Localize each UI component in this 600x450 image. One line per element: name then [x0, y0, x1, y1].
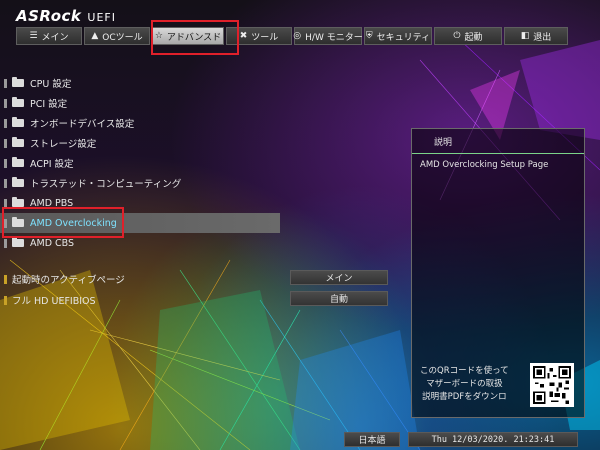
active-page-on-boot-label: 起動時のアクティブページ	[4, 272, 125, 286]
item-marker	[4, 118, 7, 128]
folder-icon	[12, 237, 24, 247]
menu-item-pci-settings[interactable]: PCI 設定	[0, 93, 280, 113]
language-select[interactable]: 日本語	[344, 432, 400, 447]
tab-label: OCツール	[102, 32, 143, 43]
full-hd-uefi-select[interactable]: 自動	[290, 291, 388, 306]
description-text: AMD Overclocking Setup Page	[420, 160, 549, 170]
flame-icon: ▲	[91, 31, 99, 41]
folder-icon	[12, 157, 24, 167]
logo-text: ASRock	[16, 7, 82, 25]
menu-item-label: AMD CBS	[30, 237, 75, 249]
menu-item-trusted-computing[interactable]: トラステッド・コンピューティング	[0, 173, 280, 193]
description-title: 説明	[412, 129, 584, 154]
shield-icon: ⛨	[365, 31, 373, 41]
option-label-text: 起動時のアクティブページ	[12, 275, 125, 286]
menu-item-label: PCI 設定	[30, 99, 68, 110]
folder-icon	[12, 77, 24, 87]
asrock-logo: ASRock UEFI	[16, 7, 116, 25]
uefi-label: UEFI	[87, 11, 116, 24]
option-marker	[4, 295, 7, 305]
qr-code-icon	[530, 363, 574, 407]
folder-icon	[12, 197, 24, 207]
tab-hw-monitor[interactable]: ◎ H/W モニター	[293, 27, 363, 45]
qr-caption-line: 説明書PDFをダウンロ	[422, 392, 507, 402]
highlight-box-advanced-tab	[151, 20, 239, 55]
tools-icon: ✖	[239, 31, 248, 41]
item-marker	[4, 98, 7, 108]
list-icon: ☰	[29, 31, 38, 41]
active-page-on-boot-select[interactable]: メイン	[290, 270, 388, 285]
description-panel: 説明 AMD Overclocking Setup Page このQRコードを使…	[411, 128, 585, 418]
folder-icon	[12, 97, 24, 107]
menu-item-label: オンボードデバイス設定	[30, 119, 135, 130]
power-icon: ⏻	[453, 31, 461, 41]
exit-icon: ◧	[520, 31, 530, 41]
item-marker	[4, 178, 7, 188]
status-bar: 日本語 Thu 12/03/2020. 21:23:41	[0, 430, 600, 450]
tab-label: 起動	[464, 32, 483, 43]
tab-label: H/W モニター	[305, 32, 363, 43]
folder-icon	[12, 137, 24, 147]
tab-oc-tools[interactable]: ▲ OCツール	[84, 27, 150, 45]
menu-item-label: ストレージ設定	[30, 139, 97, 150]
menu-item-label: ACPI 設定	[30, 159, 74, 170]
item-marker	[4, 78, 7, 88]
menu-item-cpu-settings[interactable]: CPU 設定	[0, 73, 280, 93]
tab-security[interactable]: ⛨ セキュリティ	[364, 27, 432, 45]
item-marker	[4, 158, 7, 168]
tab-main[interactable]: ☰ メイン	[16, 27, 82, 45]
monitor-icon: ◎	[293, 31, 302, 41]
tab-label: ツール	[251, 32, 279, 43]
menu-item-acpi[interactable]: ACPI 設定	[0, 153, 280, 173]
menu-item-label: CPU 設定	[30, 79, 72, 90]
option-marker	[4, 274, 7, 284]
option-label-text: フル HD UEFIBIOS	[12, 296, 96, 307]
qr-caption-line: このQRコードを使って	[420, 366, 509, 376]
qr-caption-line: マザーボードの取扱	[426, 379, 503, 389]
highlight-box-amd-overclocking	[2, 207, 124, 238]
item-marker	[4, 138, 7, 148]
main-tab-bar: ☰ メイン ▲ OCツール ☆ アドバンスド ✖ ツール ◎ H/W モニター ⛨ セキュリ…	[16, 27, 568, 45]
tab-boot[interactable]: ⏻ 起動	[434, 27, 502, 45]
folder-icon	[12, 177, 24, 187]
full-hd-uefi-label: フル HD UEFIBIOS	[4, 293, 96, 307]
folder-icon	[12, 117, 24, 127]
system-clock: Thu 12/03/2020. 21:23:41	[408, 432, 578, 447]
tab-label: セキュリティ	[376, 32, 431, 43]
menu-item-label: トラステッド・コンピューティング	[30, 179, 182, 190]
tab-label: 退出	[533, 32, 552, 43]
tab-exit[interactable]: ◧ 退出	[504, 27, 568, 45]
menu-item-onboard-devices[interactable]: オンボードデバイス設定	[0, 113, 280, 133]
tab-label: メイン	[41, 32, 69, 43]
qr-caption: このQRコードを使って マザーボードの取扱 説明書PDFをダウンロ	[420, 365, 509, 404]
menu-item-storage[interactable]: ストレージ設定	[0, 133, 280, 153]
item-marker	[4, 238, 7, 248]
